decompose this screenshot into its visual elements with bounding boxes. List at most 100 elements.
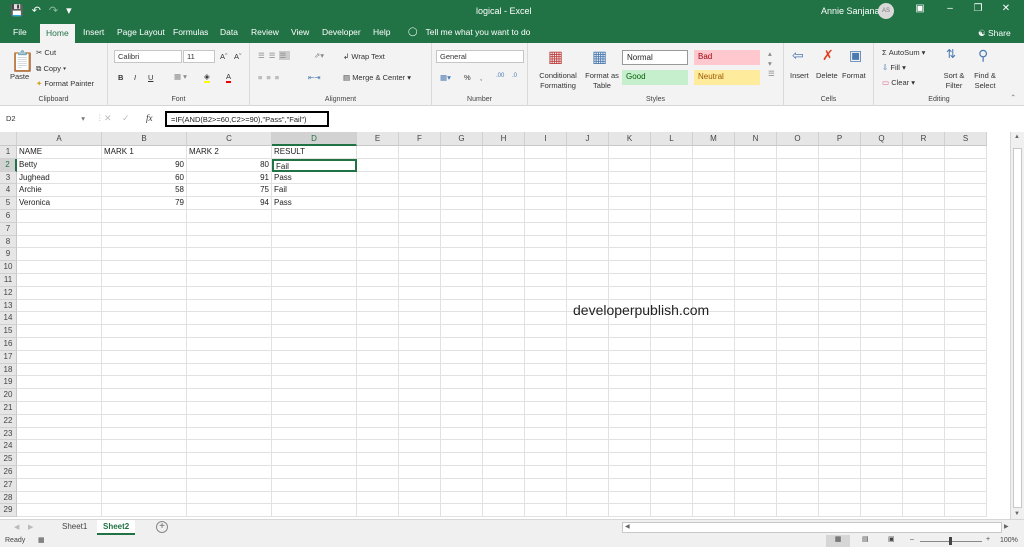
cell-j26[interactable] — [567, 466, 609, 479]
cell-l20[interactable] — [651, 389, 693, 402]
cell-f20[interactable] — [399, 389, 441, 402]
cell-r14[interactable] — [903, 312, 945, 326]
cell-r4[interactable] — [903, 184, 945, 198]
cell-k25[interactable] — [609, 453, 651, 466]
increase-decimal-icon[interactable]: .00 — [496, 73, 504, 79]
cell-b10[interactable] — [102, 261, 187, 274]
cell-h24[interactable] — [483, 440, 525, 454]
cell-q18[interactable] — [861, 363, 903, 377]
cell-n15[interactable] — [735, 325, 777, 338]
cell-i9[interactable] — [525, 248, 567, 262]
cell-o19[interactable] — [777, 376, 819, 390]
cell-n16[interactable] — [735, 338, 777, 351]
cell-e17[interactable] — [357, 350, 399, 364]
cell-q8[interactable] — [861, 235, 903, 249]
cell-q14[interactable] — [861, 312, 903, 326]
cell-m26[interactable] — [693, 466, 735, 479]
cell-f26[interactable] — [399, 466, 441, 479]
cell-h2[interactable] — [483, 158, 525, 172]
cell-q24[interactable] — [861, 440, 903, 454]
cell-k15[interactable] — [609, 325, 651, 338]
tab-file[interactable]: File — [13, 27, 27, 37]
cell-s28[interactable] — [945, 491, 987, 505]
find-select-button[interactable]: Find & Select — [970, 71, 1000, 91]
italic-button[interactable]: I — [134, 73, 136, 82]
collapse-ribbon-icon[interactable]: ⌃ — [1010, 93, 1016, 102]
cell-r19[interactable] — [903, 376, 945, 390]
cell-p8[interactable] — [819, 235, 861, 249]
scroll-up-icon[interactable]: ▲ — [1014, 134, 1020, 140]
add-sheet-icon[interactable]: + — [156, 521, 168, 533]
insert-cells-icon[interactable]: ⇦ — [792, 47, 804, 64]
tab-help[interactable]: Help — [373, 27, 390, 37]
cell-m11[interactable] — [693, 274, 735, 287]
cell-c17[interactable] — [187, 350, 272, 364]
format-painter-button[interactable]: ✦ Format Painter — [36, 79, 94, 88]
cell-m4[interactable] — [693, 184, 735, 198]
cell-p25[interactable] — [819, 453, 861, 466]
cell-r26[interactable] — [903, 466, 945, 479]
cell-i6[interactable] — [525, 210, 567, 223]
cell-l12[interactable] — [651, 286, 693, 300]
cell-j20[interactable] — [567, 389, 609, 402]
cell-q13[interactable] — [861, 299, 903, 313]
fill-button[interactable]: ⇩ Fill ▾ — [882, 63, 906, 72]
cell-j5[interactable] — [567, 197, 609, 210]
cell-j8[interactable] — [567, 235, 609, 249]
cell-n28[interactable] — [735, 491, 777, 505]
cell-g7[interactable] — [441, 222, 483, 236]
cell-r2[interactable] — [903, 158, 945, 172]
cell-p13[interactable] — [819, 299, 861, 313]
cell-j17[interactable] — [567, 350, 609, 364]
cell-j25[interactable] — [567, 453, 609, 466]
row-header-3[interactable]: 3 — [0, 171, 17, 185]
cell-n3[interactable] — [735, 171, 777, 185]
orientation-icon[interactable]: ⇗▾ — [314, 51, 324, 60]
undo-icon[interactable]: ↶ — [32, 4, 41, 17]
cell-r11[interactable] — [903, 274, 945, 287]
cell-i14[interactable] — [525, 312, 567, 326]
cell-r12[interactable] — [903, 286, 945, 300]
cell-o14[interactable] — [777, 312, 819, 326]
cell-c16[interactable] — [187, 338, 272, 351]
cell-j9[interactable] — [567, 248, 609, 262]
cell-n26[interactable] — [735, 466, 777, 479]
cell-h28[interactable] — [483, 491, 525, 505]
cell-g23[interactable] — [441, 427, 483, 441]
cell-o16[interactable] — [777, 338, 819, 351]
cell-h10[interactable] — [483, 261, 525, 274]
row-header-18[interactable]: 18 — [0, 363, 17, 377]
avatar[interactable]: AS — [878, 3, 894, 19]
cell-e29[interactable] — [357, 504, 399, 518]
cell-r18[interactable] — [903, 363, 945, 377]
conditional-formatting-icon[interactable]: ▦ — [548, 47, 563, 67]
cell-o1[interactable] — [777, 146, 819, 159]
scroll-down-icon[interactable]: ▼ — [1014, 511, 1020, 517]
cell-f7[interactable] — [399, 222, 441, 236]
cell-o6[interactable] — [777, 210, 819, 223]
cell-q2[interactable] — [861, 158, 903, 172]
cell-o5[interactable] — [777, 197, 819, 210]
cell-d6[interactable] — [272, 210, 357, 223]
cell-n29[interactable] — [735, 504, 777, 518]
cell-b9[interactable] — [102, 248, 187, 262]
cell-b22[interactable] — [102, 414, 187, 428]
cell-n12[interactable] — [735, 286, 777, 300]
cell-n5[interactable] — [735, 197, 777, 210]
cell-c21[interactable] — [187, 402, 272, 415]
cell-b14[interactable] — [102, 312, 187, 326]
horizontal-scrollbar[interactable]: ◀ — [622, 522, 1002, 533]
cell-m10[interactable] — [693, 261, 735, 274]
cell-o11[interactable] — [777, 274, 819, 287]
font-size-dropdown[interactable]: 11 — [183, 50, 215, 63]
cell-i19[interactable] — [525, 376, 567, 390]
cancel-icon[interactable]: ✕ — [104, 113, 112, 124]
cell-j24[interactable] — [567, 440, 609, 454]
cell-p18[interactable] — [819, 363, 861, 377]
cell-l28[interactable] — [651, 491, 693, 505]
cell-o13[interactable] — [777, 299, 819, 313]
cell-a7[interactable] — [17, 222, 102, 236]
cell-h11[interactable] — [483, 274, 525, 287]
column-header-s[interactable]: S — [945, 132, 987, 146]
cell-j10[interactable] — [567, 261, 609, 274]
